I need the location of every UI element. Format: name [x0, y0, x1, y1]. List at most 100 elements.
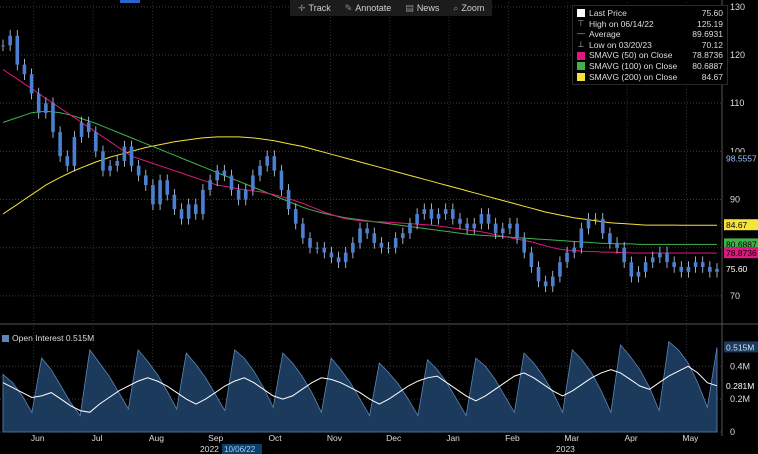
legend-swatch: [577, 62, 585, 71]
price-bar: [386, 247, 391, 249]
open-interest-swatch: [2, 334, 9, 342]
annotate-button[interactable]: ✎ Annotate: [345, 1, 392, 15]
price-bar: [436, 214, 441, 219]
price-value-label: 78.8736: [726, 248, 757, 258]
price-bar: [422, 209, 427, 214]
month-tick-label: Feb: [505, 433, 520, 443]
price-bar: [293, 209, 298, 224]
price-bar: [265, 156, 269, 166]
open-interest-label: Open Interest 0.515M: [2, 333, 94, 343]
price-tick-label: 70: [730, 291, 740, 301]
price-bar: [258, 165, 262, 176]
legend-item: — Average 89.6931: [577, 29, 723, 40]
price-bar: [44, 103, 48, 113]
price-bar: [472, 223, 477, 229]
crosshair-icon: ✛: [298, 2, 306, 13]
price-bar: [372, 233, 377, 243]
price-bar: [22, 64, 27, 75]
oi-tick-label: 0: [730, 427, 735, 437]
month-tick-label: Apr: [624, 433, 637, 443]
legend-value: 70.12: [701, 39, 723, 50]
price-bar: [665, 252, 669, 263]
price-bar: [393, 238, 398, 248]
price-bar: [608, 233, 612, 243]
price-bar: [243, 189, 248, 200]
price-bar: [115, 161, 120, 166]
price-bar: [65, 156, 70, 166]
legend-label: SMAVG (200) on Close: [589, 71, 678, 82]
price-bar: [715, 268, 719, 272]
price-bar: [222, 170, 227, 176]
oi-area: [2, 340, 718, 433]
month-tick-label: Jan: [446, 433, 460, 443]
legend-box: Last Price 75.60 ⊤ High on 06/14/22 125.19 — A…: [572, 5, 728, 86]
legend-item: ⊤ High on 06/14/22 125.19: [577, 19, 723, 30]
price-bar: [415, 214, 419, 224]
price-bar: [508, 223, 512, 229]
legend-swatch: [577, 51, 585, 60]
month-tick-label: Jun: [31, 433, 45, 443]
track-label: Track: [308, 3, 331, 13]
legend-value: 125.19: [697, 18, 723, 29]
legend-item: SMAVG (50) on Close 78.8736: [577, 50, 723, 61]
price-bar: [629, 262, 634, 277]
price-bar: [158, 180, 162, 205]
price-bar: [493, 223, 498, 234]
price-bar: [615, 242, 619, 248]
price-bar: [315, 247, 319, 249]
legend-value: 75.60: [701, 8, 723, 18]
price-bar: [208, 180, 212, 190]
price-bar: [708, 267, 712, 272]
oi-tick-label: 0.2M: [730, 394, 750, 404]
price-bar: [122, 146, 127, 161]
oi-tick-label: 0.4M: [730, 361, 750, 371]
legend-label: SMAVG (100) on Close: [589, 60, 678, 71]
price-tick-label: 90: [730, 195, 740, 205]
legend-label: SMAVG (50) on Close: [589, 50, 673, 61]
price-bar: [565, 252, 569, 263]
price-bar: [286, 189, 291, 210]
price-bar: [479, 214, 484, 224]
price-bar: [186, 204, 191, 219]
price-bar: [343, 252, 348, 263]
year-tick-label: 2023: [556, 444, 575, 454]
price-bar: [408, 223, 412, 234]
price-bar: [108, 165, 112, 171]
zoom-label: Zoom: [461, 3, 485, 13]
legend-item: Last Price 75.60: [577, 8, 723, 19]
price-bar: [572, 247, 576, 253]
price-bar: [72, 136, 77, 166]
month-tick-label: Sep: [208, 433, 223, 443]
price-bar: [165, 180, 170, 195]
price-bar: [193, 204, 198, 214]
price-bar: [522, 238, 527, 253]
price-bar: [215, 170, 219, 181]
zoom-button[interactable]: ⌕ Zoom: [453, 1, 484, 15]
price-bar: [658, 252, 662, 258]
month-tick-label: May: [682, 433, 699, 443]
price-bar: [29, 74, 34, 94]
news-button[interactable]: ▤ News: [405, 1, 439, 15]
price-bar: [94, 132, 98, 152]
track-button[interactable]: ✛ Track: [298, 1, 331, 15]
price-bar: [179, 209, 184, 219]
price-bar: [86, 122, 91, 133]
open-interest-text: Open Interest 0.515M: [12, 333, 95, 343]
newspaper-icon: ▤: [405, 2, 414, 13]
legend-label: Average: [589, 29, 621, 40]
price-bar: [251, 175, 255, 190]
price-bar: [558, 262, 562, 277]
price-tick-label: 130: [730, 2, 745, 12]
price-bar: [700, 262, 705, 267]
price-bar: [686, 267, 691, 272]
price-bar: [451, 209, 455, 219]
magnifier-icon: ⌕: [453, 2, 459, 13]
sma-line: [2, 136, 717, 226]
price-bar: [1, 45, 5, 47]
legend-item: SMAVG (100) on Close 80.6887: [577, 61, 723, 72]
price-bar: [501, 228, 505, 234]
price-bar: [486, 214, 491, 224]
price-bar: [693, 262, 698, 267]
price-bar: [79, 122, 84, 137]
price-bar: [593, 218, 598, 220]
